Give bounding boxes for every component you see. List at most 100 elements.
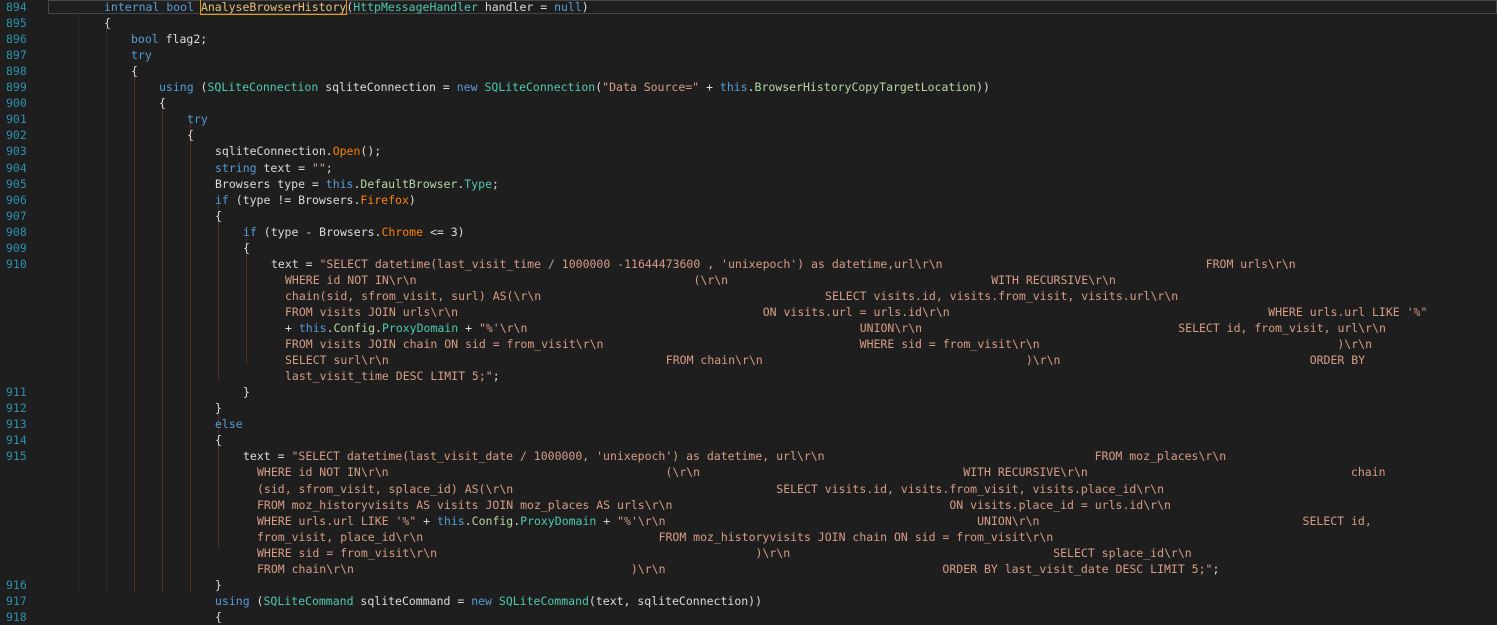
code-text[interactable]: WHERE urls.url LIKE '%" + this.Config.Pr… — [257, 513, 1372, 529]
code-text[interactable]: if (type != Browsers.Firefox) — [215, 192, 416, 208]
line-number: 908 — [6, 224, 27, 239]
code-text[interactable]: } — [215, 577, 222, 593]
code-text[interactable]: bool flag2; — [131, 31, 207, 47]
code-text[interactable]: WHERE id NOT IN\r\n (\r\n WITH RECURSIVE… — [257, 464, 1386, 480]
method-name-highlight: AnalyseBrowserHistory — [199, 0, 348, 15]
code-line[interactable]: 911} — [0, 384, 1497, 400]
code-line[interactable]: 910 text = "SELECT datetime(last_visit_ti… — [0, 256, 1497, 272]
code-text[interactable]: text = "SELECT datetime(last_visit_date … — [243, 448, 1226, 464]
code-text[interactable]: (sid, sfrom_visit, splace_id) AS(\r\n SE… — [257, 481, 1164, 497]
line-number: 895 — [6, 16, 27, 31]
code-line[interactable]: 898 { — [0, 63, 1497, 79]
code-line[interactable]: 904 string text = ""; — [0, 160, 1497, 176]
code-line[interactable]: 916} — [0, 577, 1497, 593]
code-editor[interactable]: 894 internal bool AnalyseBrowserHistory(H… — [0, 0, 1497, 624]
code-line[interactable]: WHERE id NOT IN\r\n (\r\n WITH RECURSIVE… — [0, 272, 1497, 288]
code-text[interactable]: { — [243, 240, 250, 256]
code-token: "SELECT datetime(last_visit_date / 10000… — [291, 449, 1227, 464]
code-text[interactable]: text = "SELECT datetime(last_visit_time … — [271, 256, 1296, 272]
code-line[interactable]: WHERE id NOT IN\r\n (\r\n WITH RECURSIVE… — [0, 464, 1497, 480]
code-line[interactable]: FROM visits JOIN urls\r\n ON visits.url … — [0, 304, 1497, 320]
code-text[interactable]: FROM visits JOIN urls\r\n ON visits.url … — [285, 304, 1427, 320]
code-token: Browsers type = — [215, 176, 326, 191]
code-line[interactable]: 903 sqliteConnection.Open(); — [0, 143, 1497, 159]
code-text[interactable]: WHERE sid = from_visit\r\n )\r\n SELECT … — [257, 545, 1192, 561]
code-line[interactable]: 896 bool flag2; — [0, 31, 1497, 47]
code-token: { — [131, 64, 138, 79]
code-line[interactable]: FROM moz_historyvisits AS visits JOIN mo… — [0, 497, 1497, 513]
code-token: new — [456, 80, 485, 95]
code-text[interactable]: using (SQLiteConnection sqliteConnection… — [159, 79, 990, 95]
code-line[interactable]: 902 { — [0, 127, 1497, 143]
code-text[interactable]: { — [215, 609, 222, 625]
code-text[interactable]: FROM visits JOIN chain ON sid = from_vis… — [285, 336, 1372, 352]
code-text[interactable]: + this.Config.ProxyDomain + "%'\r\n UNIO… — [285, 320, 1386, 336]
code-line[interactable]: 907 { — [0, 208, 1497, 224]
code-line[interactable]: 905 Browsers type = this.DefaultBrowser.T… — [0, 176, 1497, 192]
code-line[interactable]: (sid, sfrom_visit, splace_id) AS(\r\n SE… — [0, 481, 1497, 497]
code-text[interactable]: { — [159, 95, 166, 111]
code-line[interactable]: 915 text = "SELECT datetime(last_visit_da… — [0, 448, 1497, 464]
code-text[interactable]: last_visit_time DESC LIMIT 5;"; — [285, 368, 500, 384]
code-line[interactable]: 917 using (SQLiteCommand sqliteCommand = … — [0, 593, 1497, 609]
code-text[interactable]: from_visit, place_id\r\n FROM moz_histor… — [257, 529, 1053, 545]
code-token: } — [243, 385, 250, 400]
code-token: bool — [131, 32, 166, 47]
code-token: SQLiteCommand — [263, 593, 354, 608]
code-text[interactable]: } — [215, 400, 222, 416]
code-text[interactable]: WHERE id NOT IN\r\n (\r\n WITH RECURSIVE… — [285, 272, 1116, 288]
code-line[interactable]: 901 try — [0, 111, 1497, 127]
code-text[interactable]: try — [131, 47, 152, 63]
code-text[interactable]: FROM chain\r\n )\r\n ORDER BY last_visit… — [257, 561, 1219, 577]
code-text[interactable]: { — [215, 432, 222, 448]
code-line[interactable]: FROM chain\r\n )\r\n ORDER BY last_visit… — [0, 561, 1497, 577]
code-line[interactable]: 895 { — [0, 15, 1497, 31]
code-line[interactable]: 899 using (SQLiteConnection sqliteConnect… — [0, 79, 1497, 95]
code-line[interactable]: WHERE urls.url LIKE '%" + this.Config.Pr… — [0, 513, 1497, 529]
line-number: 894 — [6, 0, 27, 14]
code-line[interactable]: 900 { — [0, 95, 1497, 111]
code-text[interactable]: { — [215, 208, 222, 224]
code-token: using — [215, 593, 257, 608]
code-line[interactable]: chain(sid, sfrom_visit, surl) AS(\r\n SE… — [0, 288, 1497, 304]
code-token: FROM visits JOIN chain ON sid = from_vis… — [285, 337, 1373, 352]
code-token: } — [215, 401, 222, 416]
code-line[interactable]: FROM visits JOIN chain ON sid = from_vis… — [0, 336, 1497, 352]
code-text[interactable]: try — [187, 111, 208, 127]
code-text[interactable]: { — [187, 127, 194, 143]
code-line[interactable]: 918 { — [0, 609, 1497, 625]
code-line[interactable]: SELECT surl\r\n FROM chain\r\n )\r\n ORD… — [0, 352, 1497, 368]
code-line[interactable]: 912} — [0, 400, 1497, 416]
code-text[interactable]: if (type - Browsers.Chrome <= 3) — [243, 224, 465, 240]
code-line[interactable]: + this.Config.ProxyDomain + "%'\r\n UNIO… — [0, 320, 1497, 336]
line-number: 910 — [6, 256, 27, 271]
code-text[interactable]: using (SQLiteCommand sqliteCommand = new… — [215, 593, 762, 609]
code-token: WHERE id NOT IN\r\n (\r\n WITH RECURSIVE… — [285, 272, 1116, 287]
code-text[interactable]: { — [131, 63, 138, 79]
code-line[interactable]: 908 if (type - Browsers.Chrome <= 3) — [0, 224, 1497, 240]
code-line[interactable]: 906 if (type != Browsers.Firefox) — [0, 192, 1497, 208]
code-text[interactable]: SELECT surl\r\n FROM chain\r\n )\r\n ORD… — [285, 352, 1365, 368]
code-text[interactable]: { — [104, 15, 111, 31]
code-text[interactable]: sqliteConnection.Open(); — [215, 143, 381, 159]
code-line[interactable]: 913 else — [0, 416, 1497, 432]
code-text[interactable]: else — [215, 416, 243, 432]
code-token: chain(sid, sfrom_visit, surl) AS(\r\n SE… — [285, 288, 1179, 303]
code-line[interactable]: 894 internal bool AnalyseBrowserHistory(H… — [0, 0, 1497, 15]
code-text[interactable]: string text = ""; — [215, 160, 333, 176]
code-line[interactable]: last_visit_time DESC LIMIT 5;"; — [0, 368, 1497, 384]
code-token: . — [464, 513, 472, 528]
code-text[interactable]: FROM moz_historyvisits AS visits JOIN mo… — [257, 497, 1171, 513]
code-line[interactable]: 897 try — [0, 47, 1497, 63]
code-text[interactable]: chain(sid, sfrom_visit, surl) AS(\r\n SE… — [285, 288, 1178, 304]
code-token: last_visit_time DESC LIMIT 5;" — [285, 369, 493, 384]
code-text[interactable]: Browsers type = this.DefaultBrowser.Type… — [215, 176, 499, 192]
code-line[interactable]: 914 { — [0, 432, 1497, 448]
code-line[interactable]: WHERE sid = from_visit\r\n )\r\n SELECT … — [0, 545, 1497, 561]
code-text[interactable]: } — [243, 384, 250, 400]
code-text[interactable]: internal bool AnalyseBrowserHistory(Http… — [104, 0, 589, 15]
code-token: sqliteCommand = — [353, 593, 472, 608]
code-line[interactable]: from_visit, place_id\r\n FROM moz_histor… — [0, 529, 1497, 545]
code-line[interactable]: 909 { — [0, 240, 1497, 256]
code-token: else — [215, 417, 243, 432]
